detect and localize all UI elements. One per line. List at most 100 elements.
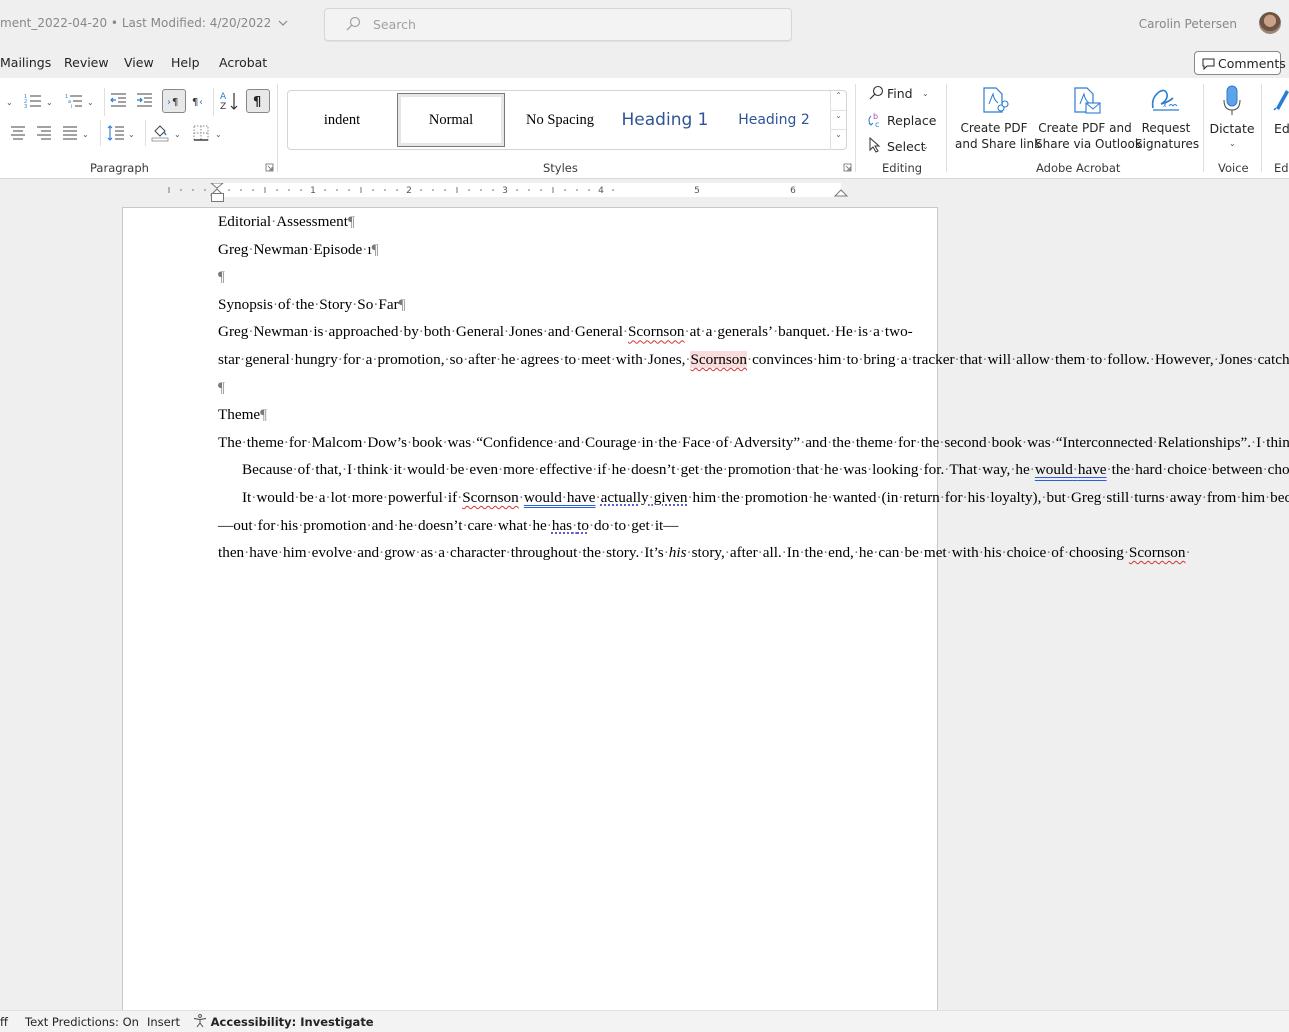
horizontal-ruler[interactable]: 1 2 3 4 5 6: [120, 183, 935, 197]
paragraph-empty[interactable]: ¶: [218, 263, 846, 291]
avatar[interactable]: [1259, 12, 1281, 34]
chevron-down-icon[interactable]: ⌄: [87, 98, 94, 107]
chevron-down-icon[interactable]: ⌄: [128, 130, 135, 139]
borders-icon[interactable]: [193, 125, 209, 141]
sort-icon[interactable]: AZ: [219, 90, 239, 112]
chevron-down-icon[interactable]: ⌄: [174, 130, 181, 139]
find-icon[interactable]: [868, 85, 884, 101]
separator: [104, 88, 105, 116]
status-partial-item[interactable]: ff: [0, 1015, 8, 1029]
align-center-icon[interactable]: [10, 126, 26, 140]
paragraph-title[interactable]: Editorial·Assessment¶: [218, 208, 846, 236]
dictate-button[interactable]: Dictate ⌄: [1208, 84, 1256, 156]
spelling-flag[interactable]: Scornson: [1129, 544, 1186, 561]
style-normal[interactable]: Normal: [397, 93, 505, 147]
justify-icon[interactable]: [62, 126, 78, 140]
refinement-flag[interactable]: has·to: [552, 517, 589, 534]
style-heading-2[interactable]: Heading 2: [718, 91, 830, 149]
chevron-down-icon[interactable]: [278, 19, 288, 27]
editor-pen-icon[interactable]: [1272, 86, 1289, 112]
tab-view[interactable]: View: [124, 55, 154, 70]
replace-label: Replace: [887, 113, 937, 128]
paragraph-empty[interactable]: ¶: [218, 374, 846, 402]
signature-icon: x: [1151, 89, 1179, 111]
create-pdf-share-link-label: Create PDF and Share link: [955, 121, 1042, 151]
style-heading-1[interactable]: Heading 1: [614, 91, 716, 149]
paragraph-subtitle[interactable]: Greg·Newman·Episode·ı¶: [218, 236, 846, 264]
decrease-indent-icon[interactable]: [110, 93, 127, 107]
spelling-flag[interactable]: Scornson: [462, 489, 519, 506]
spelling-flag[interactable]: Scornson: [628, 323, 685, 340]
chevron-down-icon[interactable]: ⌄: [1229, 139, 1236, 148]
ruler-number: 4: [598, 186, 604, 196]
accessibility-icon: [193, 1014, 207, 1028]
chevron-down-icon[interactable]: ⌄: [6, 98, 13, 107]
dialog-launcher-icon[interactable]: [843, 163, 852, 172]
tab-acrobat[interactable]: Acrobat: [219, 55, 267, 70]
select-cursor-icon[interactable]: [868, 137, 882, 153]
editor-label[interactable]: Edi: [1274, 121, 1289, 137]
ltr-paragraph-icon: › ¶: [167, 97, 178, 108]
numbered-list-icon[interactable]: 123: [24, 93, 42, 109]
show-formatting-marks-button[interactable]: ¶: [246, 89, 270, 113]
spelling-flag[interactable]: Scornson: [690, 350, 747, 368]
text-predictions-status[interactable]: Text Predictions: On: [25, 1015, 139, 1029]
chevron-down-icon[interactable]: ⌄: [46, 98, 53, 107]
grammar-flag[interactable]: would·have: [524, 489, 596, 506]
editor-group-label: Edi: [1274, 161, 1289, 175]
separator: [277, 84, 278, 172]
request-signatures-button[interactable]: x Request Signatures: [1135, 84, 1199, 154]
multilevel-list-icon[interactable]: 1ai: [65, 93, 83, 109]
dialog-launcher-icon[interactable]: [265, 163, 274, 172]
replace-icon[interactable]: bc: [866, 111, 884, 129]
gallery-more-button[interactable]: ⌄: [830, 129, 846, 150]
select-button[interactable]: Select: [887, 139, 926, 154]
svg-text:Z: Z: [220, 102, 226, 112]
accessibility-status[interactable]: Accessibility: Investigate: [193, 1014, 374, 1029]
tab-mailings[interactable]: Mailings: [0, 55, 51, 70]
ltr-text-direction-button[interactable]: › ¶: [162, 89, 186, 113]
create-pdf-share-link-button[interactable]: Create PDF and Share link: [955, 84, 1042, 154]
chevron-down-icon[interactable]: ⌄: [922, 89, 929, 98]
rtl-paragraph-icon[interactable]: ¶ ‹: [191, 91, 209, 109]
document-title[interactable]: ment_2022-04-20 • Last Modified: 4/20/20…: [0, 16, 288, 30]
paragraph-synopsis[interactable]: Greg·Newman·is·approached·by·both·Genera…: [218, 318, 1289, 373]
replace-button[interactable]: Replace: [887, 113, 936, 128]
user-name[interactable]: Carolin Petersen: [1139, 17, 1237, 31]
paragraph-heading-synopsis[interactable]: Synopsis·of·the·Story·So·Far¶: [218, 291, 846, 319]
line-spacing-icon[interactable]: [107, 125, 125, 141]
tab-review[interactable]: Review: [64, 55, 109, 70]
refinement-flag[interactable]: actually·given: [601, 489, 688, 506]
pdf-link-icon: [983, 87, 1009, 113]
grammar-flag[interactable]: would·have: [1035, 461, 1107, 478]
increase-indent-icon[interactable]: [136, 93, 153, 107]
chevron-down-icon[interactable]: ⌄: [922, 142, 929, 151]
align-right-icon[interactable]: [36, 126, 52, 140]
gallery-scroll-down-button[interactable]: ⌄: [830, 110, 846, 130]
paragraph-theme[interactable]: The·theme·for·Malcom·Dow’s·book·was·“Con…: [218, 429, 1289, 457]
styles-gallery: indent Normal No Spacing Heading 1 Headi…: [287, 90, 847, 150]
insert-mode-status[interactable]: Insert: [147, 1015, 180, 1029]
chevron-down-icon[interactable]: ⌄: [82, 130, 89, 139]
paragraph-because[interactable]: Because·of·that,·I·think·it·would·be·eve…: [218, 456, 1289, 484]
style-indent[interactable]: indent: [288, 91, 396, 149]
select-label: Select: [887, 139, 926, 154]
document-title-text: ment_2022-04-20 • Last Modified: 4/20/20…: [0, 16, 272, 30]
document-page[interactable]: Editorial·Assessment¶ Greg·Newman·Episod…: [122, 207, 1289, 1032]
create-pdf-outlook-button[interactable]: Create PDF and Share via Outlook: [1035, 84, 1142, 154]
search-input[interactable]: Search: [324, 8, 792, 41]
style-no-spacing[interactable]: No Spacing: [506, 91, 614, 149]
document-body[interactable]: Editorial·Assessment¶ Greg·Newman·Episod…: [218, 208, 1289, 567]
left-indent-marker[interactable]: [211, 193, 224, 202]
separator: [1261, 84, 1262, 172]
paragraph-heading-theme[interactable]: Theme¶: [218, 401, 846, 429]
paragraph-powerful[interactable]: It·would·be·a·lot·more·powerful·if·Scorn…: [218, 484, 1289, 567]
gallery-scroll-up-button[interactable]: ⌃: [830, 91, 846, 110]
chevron-down-icon[interactable]: ⌄: [215, 130, 222, 139]
tab-help[interactable]: Help: [171, 55, 200, 70]
shading-icon[interactable]: [151, 123, 169, 142]
find-label: Find: [887, 86, 913, 101]
comments-button[interactable]: Comments: [1194, 51, 1286, 75]
svg-text:¶: ¶: [253, 95, 261, 110]
find-button[interactable]: Find: [887, 86, 913, 101]
